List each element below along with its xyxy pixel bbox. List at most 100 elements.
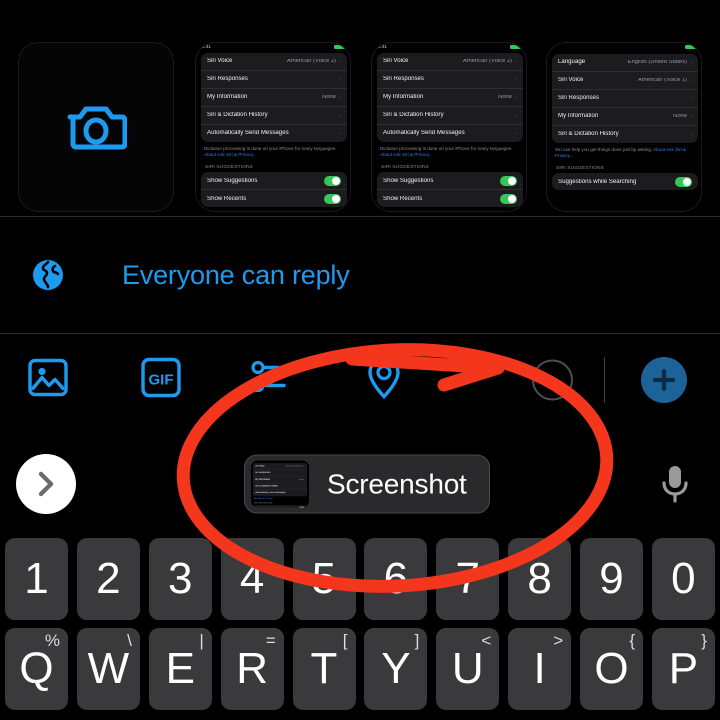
- row-label: Siri & Dictation History: [255, 485, 278, 488]
- key-e[interactable]: | E: [148, 628, 212, 710]
- key-y[interactable]: ] Y: [364, 628, 428, 710]
- key-label: 2: [96, 554, 121, 603]
- toggle-switch[interactable]: [324, 194, 341, 204]
- key-label: 6: [383, 554, 409, 603]
- settings-row[interactable]: Automatically Send Messages ›: [201, 125, 347, 142]
- camera-thumbnail[interactable]: [18, 42, 174, 212]
- key-q[interactable]: % Q: [5, 628, 68, 710]
- row-label: Show Recents: [207, 195, 247, 202]
- settings-row[interactable]: My Information None ›: [552, 108, 698, 126]
- row-value: None: [673, 113, 687, 119]
- footer-link: About Ask Siri & Privacy...: [253, 497, 274, 500]
- settings-row[interactable]: Siri Voice American (Voice 1) ›: [552, 72, 698, 90]
- settings-row[interactable]: Language English (United States) ›: [552, 54, 698, 72]
- row-label: My Information: [207, 94, 248, 101]
- footer-link[interactable]: About Ask Siri & Privacy...: [380, 152, 433, 157]
- key-8[interactable]: 8: [508, 538, 572, 620]
- compose-screen: 9:41 Siri Voice American (Voice 2) › Sir…: [0, 0, 720, 720]
- key-3[interactable]: 3: [148, 538, 212, 620]
- toolbar-divider: [604, 357, 605, 403]
- microphone-icon[interactable]: [652, 461, 698, 507]
- key-p[interactable]: } P: [651, 628, 715, 710]
- screenshot-thumbnail-2[interactable]: 9:41 Siri Voice American (Voice 2) › Sir…: [371, 42, 527, 212]
- camera-icon: [19, 43, 173, 211]
- reply-setting-label: Everyone can reply: [122, 259, 350, 290]
- key-1[interactable]: 1: [5, 538, 68, 620]
- settings-toggle-row[interactable]: Suggestions while Searching: [552, 173, 698, 190]
- settings-row[interactable]: Siri & Dictation History ›: [552, 126, 698, 143]
- reply-setting-row[interactable]: Everyone can reply: [0, 216, 720, 334]
- row-value: English (United States): [627, 59, 687, 65]
- toggle-switch[interactable]: [500, 194, 517, 204]
- settings-group: Siri Voice American (Voice 2) › Siri Res…: [201, 53, 347, 142]
- key-alt-label: |: [199, 631, 204, 650]
- row-label: Siri Responses: [255, 471, 271, 475]
- toggle-switch[interactable]: [675, 177, 692, 187]
- key-label: E: [165, 644, 195, 693]
- key-alt-label: >: [553, 631, 564, 650]
- row-label: Siri Voice: [383, 58, 409, 65]
- key-w[interactable]: \ W: [76, 628, 140, 710]
- key-6[interactable]: 6: [364, 538, 428, 620]
- settings-row[interactable]: Siri Voice American (Voice 2) ›: [201, 53, 347, 71]
- key-i[interactable]: > I: [508, 628, 572, 710]
- image-icon[interactable]: [26, 356, 70, 405]
- row-value: American (Voice 1): [638, 77, 687, 83]
- key-label: 0: [671, 554, 696, 603]
- key-7[interactable]: 7: [436, 538, 500, 620]
- settings-row[interactable]: Automatically Send Messages ›: [377, 125, 523, 142]
- key-o[interactable]: {O: [580, 628, 643, 710]
- toggle-switch[interactable]: [324, 176, 341, 186]
- toggle-switch[interactable]: [500, 176, 517, 186]
- key-t[interactable]: [T: [292, 628, 356, 710]
- row-label: Automatically Send Messages: [383, 130, 465, 137]
- settings-row[interactable]: Siri & Dictation History ›: [377, 107, 523, 125]
- location-icon[interactable]: [364, 355, 404, 406]
- keyboard-qwerty-row: % Q \ W | E = R [T ] Y < U > I {O } P: [0, 628, 720, 710]
- row-label: My Information: [383, 94, 424, 101]
- screenshot-thumbnail-icon: Siri Voice American (Voice 2) Siri Respo…: [251, 460, 309, 508]
- row-label: Automatically Send Messages: [255, 491, 286, 495]
- settings-row[interactable]: My Information None ›: [377, 89, 523, 107]
- status-time: 9:41: [378, 44, 387, 49]
- settings-toggle-row[interactable]: Show Recents: [377, 190, 523, 207]
- key-u[interactable]: < U: [436, 628, 500, 710]
- key-0[interactable]: 0: [651, 538, 715, 620]
- key-label: O: [594, 644, 629, 693]
- key-label: Y: [381, 644, 411, 693]
- settings-row[interactable]: Siri Responses ›: [552, 90, 698, 108]
- key-5[interactable]: 5: [292, 538, 356, 620]
- settings-row[interactable]: Siri Responses ›: [201, 71, 347, 89]
- key-label: 7: [455, 554, 480, 603]
- footer-link[interactable]: About Ask Siri & Privacy...: [204, 152, 257, 157]
- key-label: T: [310, 644, 338, 693]
- attachment-strip: 9:41 Siri Voice American (Voice 2) › Sir…: [0, 0, 720, 216]
- battery-icon: [334, 44, 346, 49]
- key-2[interactable]: 2: [76, 538, 140, 620]
- settings-row[interactable]: My Information None ›: [201, 89, 347, 107]
- chevron-right-icon: ›: [690, 113, 692, 120]
- add-button[interactable]: [641, 357, 687, 403]
- compose-toolbar: GIF: [0, 335, 720, 425]
- row-label: My Information: [255, 478, 271, 481]
- key-label: U: [451, 644, 484, 693]
- gif-icon[interactable]: GIF: [140, 356, 182, 405]
- settings-toggle-row[interactable]: Show Suggestions: [377, 172, 523, 191]
- row-label: Automatically Send Messages: [207, 130, 289, 137]
- settings-toggle-row[interactable]: Show Suggestions: [201, 172, 347, 191]
- screenshot-suggestion-chip[interactable]: Siri Voice American (Voice 2) Siri Respo…: [244, 454, 490, 514]
- key-r[interactable]: = R: [220, 628, 284, 710]
- settings-row[interactable]: Siri Voice American (Voice 2) ›: [377, 53, 523, 71]
- key-label: I: [533, 644, 546, 693]
- row-label: Siri & Dictation History: [558, 131, 619, 138]
- screenshot-thumbnail-3[interactable]: Language English (United States) › Siri …: [546, 42, 702, 212]
- settings-toggle-row[interactable]: Show Recents: [201, 190, 347, 207]
- key-9[interactable]: 9: [580, 538, 643, 620]
- poll-icon[interactable]: [248, 356, 292, 405]
- expand-suggestions-button[interactable]: [16, 454, 76, 514]
- settings-row[interactable]: Siri & Dictation History ›: [201, 107, 347, 125]
- screenshot-thumbnail-1[interactable]: 9:41 Siri Voice American (Voice 2) › Sir…: [195, 42, 351, 212]
- chevron-right-icon: ›: [690, 77, 692, 84]
- settings-row[interactable]: Siri Responses ›: [377, 71, 523, 89]
- key-4[interactable]: 4: [220, 538, 284, 620]
